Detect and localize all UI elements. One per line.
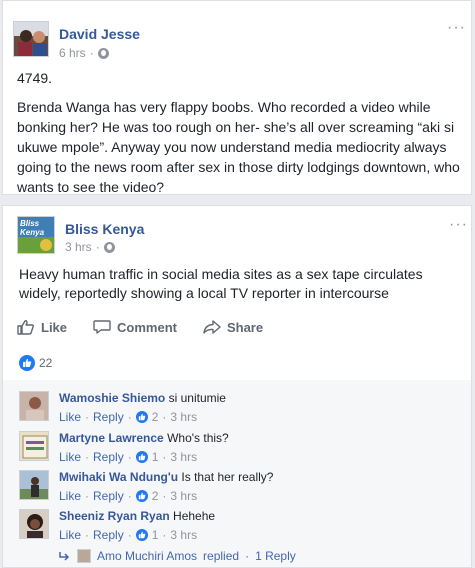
like-reaction-icon — [135, 490, 148, 502]
comment-reaction-count[interactable]: 2 — [152, 410, 159, 424]
share-label: Share — [226, 319, 264, 335]
post-body: Brenda Wanga has very flappy boobs. Who … — [17, 99, 460, 195]
comment-body: si unitumie — [168, 391, 226, 405]
comment-body: Is that her really? — [181, 470, 274, 484]
like-reaction-icon — [19, 355, 35, 371]
comment-time[interactable]: 3 hrs — [170, 489, 197, 503]
post-time[interactable]: 6 hrs — [59, 46, 86, 60]
like-reaction-icon — [135, 451, 148, 463]
comment-like-link[interactable]: Like — [59, 410, 81, 424]
comment-like-link[interactable]: Like — [59, 528, 81, 542]
separator-dot: · — [127, 489, 132, 503]
view-replies-link[interactable]: Amo Muchiri Amos replied · 1 Reply — [59, 549, 296, 563]
comment-body: Who's this? — [167, 431, 229, 445]
post-timestamp[interactable]: 3 hrs · — [65, 240, 115, 254]
comment-body: Hehehe — [173, 509, 216, 523]
post-timestamp[interactable]: 6 hrs · — [59, 46, 109, 60]
comment-actions: Like · Reply · 2 · 3 hrs — [59, 489, 197, 503]
comment-item: Martyne Lawrence Who's this? Like · Repl… — [19, 431, 459, 471]
comment-reaction-count[interactable]: 1 — [152, 450, 159, 464]
separator-dot: · — [162, 489, 167, 503]
replier-avatar — [77, 549, 91, 563]
comment-item: Sheeniz Ryan Ryan Hehehe Like · Reply · … — [19, 509, 459, 549]
reply-count: 1 Reply — [255, 549, 296, 563]
comment-text: Martyne Lawrence Who's this? — [59, 431, 229, 445]
reply-arrow-icon — [59, 552, 70, 561]
comment-time[interactable]: 3 hrs — [170, 528, 197, 542]
commenter-name[interactable]: Sheeniz Ryan Ryan — [59, 509, 170, 523]
page-name[interactable]: Bliss Kenya — [65, 221, 144, 237]
comment-like-link[interactable]: Like — [59, 489, 81, 503]
like-button[interactable]: Like — [17, 319, 67, 335]
separator-dot: · — [85, 489, 90, 503]
separator-dot: · — [85, 450, 90, 464]
separator-dot: · — [89, 46, 94, 60]
comment-text: Wamoshie Shiemo si unitumie — [59, 391, 226, 405]
separator-dot: · — [85, 528, 90, 542]
page-avatar[interactable]: Bliss Kenya — [17, 216, 55, 254]
separator-dot: · — [162, 410, 167, 424]
post-bliss-kenya: Bliss Kenya Bliss Kenya 3 hrs · ··· Heav… — [2, 205, 472, 568]
post-author-name[interactable]: David Jesse — [59, 26, 140, 42]
share-arrow-icon — [203, 320, 221, 334]
post-time[interactable]: 3 hrs — [65, 240, 92, 254]
commenter-avatar[interactable] — [19, 431, 49, 461]
commenter-avatar[interactable] — [19, 391, 49, 421]
comment-text: Sheeniz Ryan Ryan Hehehe — [59, 509, 215, 523]
comment-time[interactable]: 3 hrs — [170, 450, 197, 464]
separator-dot: · — [162, 450, 167, 464]
comment-item: Wamoshie Shiemo si unitumie Like · Reply… — [19, 391, 459, 431]
globe-icon — [97, 47, 109, 59]
like-count: 22 — [39, 356, 53, 370]
thumbs-up-icon — [17, 320, 35, 335]
comment-like-link[interactable]: Like — [59, 450, 81, 464]
comment-reaction-count[interactable]: 2 — [152, 489, 159, 503]
post-body: Heavy human traffic in social media site… — [19, 266, 423, 301]
share-button[interactable]: Share — [203, 319, 263, 335]
like-label: Like — [41, 319, 68, 335]
commenter-name[interactable]: Mwihaki Wa Ndung'u — [59, 470, 178, 484]
comment-label: Comment — [117, 319, 177, 335]
separator-dot: · — [127, 528, 132, 542]
comment-actions: Like · Reply · 2 · 3 hrs — [59, 410, 197, 424]
separator-dot: · — [162, 528, 167, 542]
more-options-icon[interactable]: ··· — [447, 19, 466, 37]
commenter-avatar[interactable] — [19, 470, 49, 500]
comment-reply-link[interactable]: Reply — [93, 489, 124, 503]
separator-dot: · — [245, 549, 250, 563]
separator-dot: · — [127, 450, 132, 464]
globe-icon — [103, 241, 115, 253]
comment-text: Mwihaki Wa Ndung'u Is that her really? — [59, 470, 273, 484]
commenter-avatar[interactable] — [19, 509, 49, 539]
speech-bubble-icon — [93, 320, 111, 334]
separator-dot: · — [127, 410, 132, 424]
commenter-name[interactable]: Martyne Lawrence — [59, 431, 164, 445]
comment-reply-link[interactable]: Reply — [93, 410, 124, 424]
separator-dot: · — [95, 240, 100, 254]
comment-reply-link[interactable]: Reply — [93, 450, 124, 464]
comment-actions: Like · Reply · 1 · 3 hrs — [59, 528, 197, 542]
like-reaction-icon — [135, 411, 148, 423]
more-options-icon[interactable]: ··· — [449, 216, 468, 234]
comment-reply-link[interactable]: Reply — [93, 528, 124, 542]
commenter-name[interactable]: Wamoshie Shiemo — [59, 391, 165, 405]
like-reaction-icon — [135, 529, 148, 541]
post-david-jesse: David Jesse 6 hrs · ··· 4749. Brenda Wan… — [2, 0, 472, 195]
post-actions: Like Comment Share — [17, 319, 289, 335]
reaction-summary[interactable]: 22 — [19, 355, 52, 371]
comment-item: Mwihaki Wa Ndung'u Is that her really? L… — [19, 470, 459, 510]
comment-button[interactable]: Comment — [93, 319, 177, 335]
reply-verb: replied — [203, 549, 240, 563]
replier-name: Amo Muchiri Amos — [97, 549, 198, 563]
comment-actions: Like · Reply · 1 · 3 hrs — [59, 450, 197, 464]
comment-time[interactable]: 3 hrs — [170, 410, 197, 424]
comment-reaction-count[interactable]: 1 — [152, 528, 159, 542]
page-logo-text: Bliss Kenya — [20, 219, 45, 237]
post-number: 4749. — [17, 70, 53, 86]
separator-dot: · — [85, 410, 90, 424]
author-photo — [14, 22, 48, 56]
author-avatar[interactable] — [13, 21, 49, 57]
